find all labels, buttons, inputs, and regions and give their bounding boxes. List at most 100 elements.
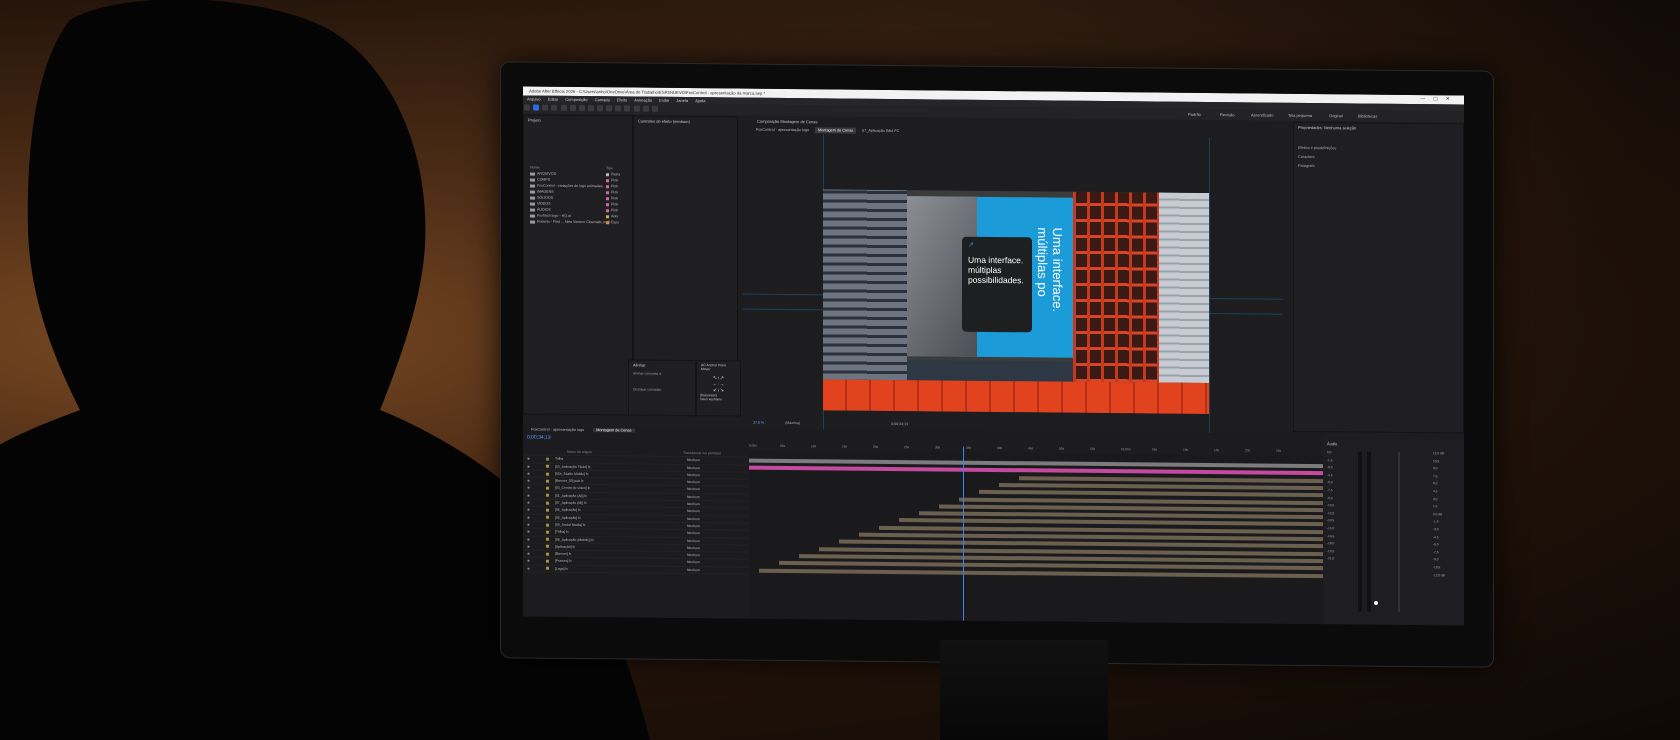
menu-effect[interactable]: Efeito: [617, 97, 627, 102]
eye-icon[interactable]: ◉: [527, 479, 530, 483]
eye-icon[interactable]: ◉: [527, 537, 530, 541]
parent-select[interactable]: Nenhum: [687, 524, 700, 528]
audio-slider-track[interactable]: [1398, 451, 1400, 612]
parent-select[interactable]: Nenhum: [687, 488, 700, 492]
parent-select[interactable]: Nenhum: [687, 458, 700, 462]
layer-color-swatch[interactable]: [545, 486, 549, 490]
layer-color-swatch[interactable]: [545, 464, 549, 468]
layer-color-swatch[interactable]: [545, 537, 549, 541]
parent-select[interactable]: Nenhum: [687, 466, 700, 470]
effect-controls-title[interactable]: Controles de efeito (nenhum): [634, 117, 737, 127]
eye-icon[interactable]: ◉: [527, 515, 530, 519]
home-icon[interactable]: [524, 104, 530, 111]
layer-bar[interactable]: [939, 504, 1323, 512]
roto-tool-icon[interactable]: [642, 105, 649, 112]
layer-color-swatch[interactable]: [545, 552, 549, 556]
comp-tab-aplicacao[interactable]: 07_Aplicação (Mul FC: [859, 128, 902, 134]
window-controls[interactable]: —▢✕: [1420, 95, 1458, 104]
layer-bar[interactable]: [999, 482, 1323, 491]
playhead[interactable]: [963, 446, 964, 621]
workspace-review[interactable]: Revisão: [1220, 112, 1234, 117]
viewer-timecode[interactable]: 0;00;34;13: [891, 422, 908, 426]
eye-icon[interactable]: ◉: [527, 464, 530, 468]
layer-bar[interactable]: [919, 511, 1323, 520]
eye-icon[interactable]: ◉: [527, 486, 530, 490]
eye-icon[interactable]: ◉: [527, 559, 530, 563]
label-color-swatch[interactable]: [606, 196, 609, 200]
eye-icon[interactable]: ◉: [527, 493, 530, 497]
layer-name[interactable]: [01_Aplicação (Al)] fc: [555, 493, 647, 500]
menu-file[interactable]: Arquivo: [527, 96, 541, 101]
parent-select[interactable]: Nenhum: [687, 495, 700, 499]
track-area[interactable]: [749, 446, 1323, 625]
layer-name[interactable]: [Aplicação] fc: [555, 544, 647, 551]
brush-tool-icon[interactable]: [615, 105, 622, 112]
camera-tool-icon[interactable]: [569, 104, 576, 111]
label-color-swatch[interactable]: [606, 178, 609, 182]
parent-select[interactable]: Nenhum: [687, 553, 700, 557]
parent-select[interactable]: Nenhum: [687, 502, 700, 506]
layer-color-swatch[interactable]: [545, 523, 549, 527]
menu-window[interactable]: Janela: [676, 98, 688, 103]
composition-panel-title[interactable]: Composição Montagem de Cenas: [753, 117, 821, 127]
layer-bar[interactable]: [749, 465, 1323, 476]
layer-name[interactable]: [06_Aplicação] fc: [555, 507, 647, 514]
menu-composition[interactable]: Composição: [565, 97, 587, 102]
layer-name[interactable]: [09_Social Media] fc: [555, 522, 647, 529]
label-color-swatch[interactable]: [606, 202, 609, 206]
layer-color-swatch[interactable]: [545, 530, 549, 534]
workspace-default[interactable]: Padrão: [1188, 112, 1201, 117]
hand-tool-icon[interactable]: [542, 104, 549, 111]
layer-color-swatch[interactable]: [545, 515, 549, 519]
layer-name[interactable]: [Logo] fc: [555, 566, 647, 573]
resolution-select[interactable]: (Máxima): [785, 421, 800, 425]
stamp-tool-icon[interactable]: [624, 105, 631, 112]
parent-select[interactable]: Nenhum: [687, 517, 700, 521]
layer-name[interactable]: [Banner] fc: [555, 551, 647, 558]
eye-icon[interactable]: ◉: [527, 522, 530, 526]
composition-viewer[interactable]: ↗ Uma interface. múltiplas possibilidade…: [823, 189, 1209, 415]
parent-select[interactable]: Nenhum: [687, 546, 700, 550]
pan-tool-icon[interactable]: [578, 104, 585, 112]
layer-color-swatch[interactable]: [545, 545, 549, 549]
layer-bar[interactable]: [959, 497, 1323, 505]
comp-tab-montagem[interactable]: Montagem de Cenas: [815, 127, 857, 134]
layer-name[interactable]: [Frames] fc: [555, 558, 647, 565]
layer-bar[interactable]: [1019, 475, 1323, 483]
project-item[interactable]: Roberto - First ... New Version Cinemati…: [524, 218, 632, 225]
label-color-swatch[interactable]: [606, 214, 609, 218]
eye-icon[interactable]: ◉: [527, 501, 530, 505]
layer-name[interactable]: [03_Centro de vídeo] fc: [555, 485, 647, 492]
layer-color-swatch[interactable]: [545, 472, 549, 476]
parent-select[interactable]: Nenhum: [687, 568, 700, 572]
layer-name[interactable]: [03_Animação Título] fc: [555, 463, 647, 470]
parent-select[interactable]: Nenhum: [687, 480, 700, 484]
eye-icon[interactable]: ◉: [527, 471, 530, 475]
menu-view[interactable]: Exibir: [659, 98, 669, 103]
eye-icon[interactable]: ◉: [527, 530, 530, 534]
parent-select[interactable]: Nenhum: [687, 509, 700, 513]
eye-icon[interactable]: ◉: [527, 544, 530, 548]
layer-name[interactable]: [08_Aplicação (Mobile)] fc: [555, 536, 647, 543]
label-color-swatch[interactable]: [606, 208, 609, 212]
layer-color-swatch[interactable]: [545, 508, 549, 512]
pen-tool-icon[interactable]: [597, 105, 603, 112]
layer-name[interactable]: [07_Aplicação (M)] fc: [555, 500, 647, 507]
workspace-small-screen[interactable]: Tela pequena: [1288, 113, 1312, 118]
column-source-name[interactable]: Nome da origem: [567, 450, 592, 454]
layer-bar[interactable]: [759, 568, 1323, 578]
layer-color-swatch[interactable]: [545, 494, 549, 498]
parent-select[interactable]: Nenhum: [687, 560, 700, 564]
comp-tab-logo[interactable]: FoxControl - apresentação logo: [753, 127, 812, 134]
workspace-learning[interactable]: Aprendizado: [1251, 112, 1273, 117]
mask-tool-icon[interactable]: [587, 105, 594, 112]
parent-select[interactable]: Nenhum: [687, 539, 700, 543]
layer-row[interactable]: ◉ [Logo] fc Nenhum: [523, 565, 748, 575]
rotate-tool-icon[interactable]: [560, 104, 567, 111]
layer-color-swatch[interactable]: [545, 501, 549, 505]
menu-help[interactable]: Ajuda: [695, 98, 705, 103]
layer-name[interactable]: [02a_Studio Mobile] fc: [555, 471, 647, 478]
label-color-swatch[interactable]: [606, 172, 609, 176]
anchor-point-mover-title[interactable]: AC Anchor Point Mover: [697, 361, 740, 373]
eraser-tool-icon[interactable]: [633, 105, 640, 112]
